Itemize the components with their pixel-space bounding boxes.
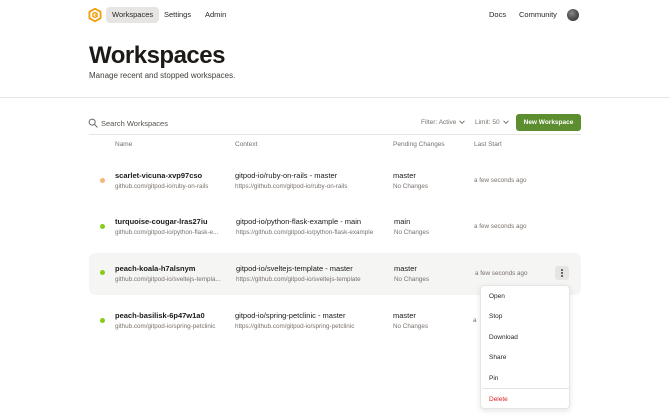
status-dot <box>100 318 105 323</box>
nav-workspaces[interactable]: Workspaces <box>106 7 160 23</box>
workspace-context: gitpod-io/python-flask-example - main <box>236 217 362 226</box>
table-row[interactable]: turquoise-cougar-lras27iu github.com/git… <box>89 207 581 249</box>
workspace-last-start: a few seconds ago <box>475 270 528 277</box>
limit-label: Limit: 50 <box>475 118 500 126</box>
workspace-repo: github.com/gitpod-io/ruby-on-rails <box>115 183 209 190</box>
workspace-last-start: a <box>473 317 477 324</box>
table-top-divider <box>89 134 581 135</box>
menu-item-share[interactable]: Share <box>489 354 506 361</box>
workspace-repo: github.com/gitpod-io/python-flask-e... <box>115 229 219 236</box>
nav-docs[interactable]: Docs <box>489 7 506 23</box>
workspace-branch: main <box>394 217 411 226</box>
workspace-changes: No Changes <box>394 229 430 236</box>
menu-item-pin[interactable]: Pin <box>489 375 498 382</box>
workspace-repo: github.com/gitpod-io/spring-petclinic <box>115 323 216 330</box>
column-header-name: Name <box>115 141 133 148</box>
menu-item-download[interactable]: Download <box>489 334 518 341</box>
chevron-down-icon <box>502 120 509 125</box>
workspace-branch: master <box>393 311 416 320</box>
gitpod-logo-icon[interactable] <box>88 8 102 22</box>
filter-dropdown[interactable]: Filter: Active <box>421 118 466 126</box>
column-header-pending-changes: Pending Changes <box>393 141 445 148</box>
workspace-changes: No Changes <box>393 183 429 190</box>
nav-admin[interactable]: Admin <box>205 7 226 23</box>
workspace-context: gitpod-io/sveltejs-template - master <box>236 264 353 273</box>
page-title: Workspaces <box>89 42 225 69</box>
page-subtitle: Manage recent and stopped workspaces. <box>89 71 236 80</box>
workspace-branch: master <box>394 264 417 273</box>
workspace-context-url: https://github.com/gitpod-io/ruby-on-rai… <box>235 183 348 190</box>
workspace-name: scarlet-vicuna-xvp97cso <box>115 171 203 180</box>
workspace-name: peach-basilisk-6p47w1a0 <box>115 311 205 320</box>
workspace-last-start: a few seconds ago <box>474 223 527 230</box>
menu-item-open[interactable]: Open <box>489 293 505 300</box>
table-row[interactable]: scarlet-vicuna-xvp97cso github.com/gitpo… <box>89 161 581 203</box>
workspace-name: peach-koala-h7alsnym <box>115 264 196 273</box>
workspace-context-url: https://github.com/gitpod-io/sveltejs-te… <box>236 276 361 283</box>
nav-community[interactable]: Community <box>519 7 557 23</box>
status-dot <box>100 270 105 275</box>
workspace-repo: github.com/gitpod-io/sveltejs-templa... <box>115 276 221 283</box>
more-dot <box>561 269 563 271</box>
limit-dropdown[interactable]: Limit: 50 <box>475 118 510 126</box>
top-nav: Workspaces Settings Admin Docs Community <box>0 0 670 30</box>
workspace-changes: No Changes <box>393 323 429 330</box>
workspace-branch: master <box>393 171 416 180</box>
workspace-context-menu: Open Stop Download Share Pin Delete <box>480 285 570 409</box>
more-dot <box>561 272 563 274</box>
workspace-context: gitpod-io/ruby-on-rails - master <box>235 171 338 180</box>
menu-divider <box>482 388 570 389</box>
workspace-last-start: a few seconds ago <box>474 177 527 184</box>
workspace-context-url: https://github.com/gitpod-io/python-flas… <box>236 229 374 236</box>
workspace-changes: No Changes <box>394 276 430 283</box>
status-dot <box>100 224 105 229</box>
more-dot <box>561 275 563 277</box>
header-divider <box>0 97 670 98</box>
menu-item-delete[interactable]: Delete <box>489 396 508 403</box>
avatar[interactable] <box>567 9 579 21</box>
status-dot <box>100 178 105 183</box>
filter-label: Filter: Active <box>421 118 457 126</box>
nav-settings[interactable]: Settings <box>164 7 191 23</box>
search-icon <box>88 118 98 128</box>
workspace-context: gitpod-io/spring-petclinic - master <box>235 311 346 320</box>
workspace-context-url: https://github.com/gitpod-io/spring-petc… <box>235 323 355 330</box>
workspace-name: turquoise-cougar-lras27iu <box>115 217 208 226</box>
column-header-last-start: Last Start <box>474 141 502 148</box>
more-options-button[interactable] <box>555 266 569 280</box>
search-input[interactable] <box>101 116 301 130</box>
chevron-down-icon <box>459 120 466 125</box>
new-workspace-button[interactable]: New Workspace <box>516 114 581 131</box>
menu-item-stop[interactable]: Stop <box>489 313 502 320</box>
column-header-context: Context <box>235 141 258 148</box>
